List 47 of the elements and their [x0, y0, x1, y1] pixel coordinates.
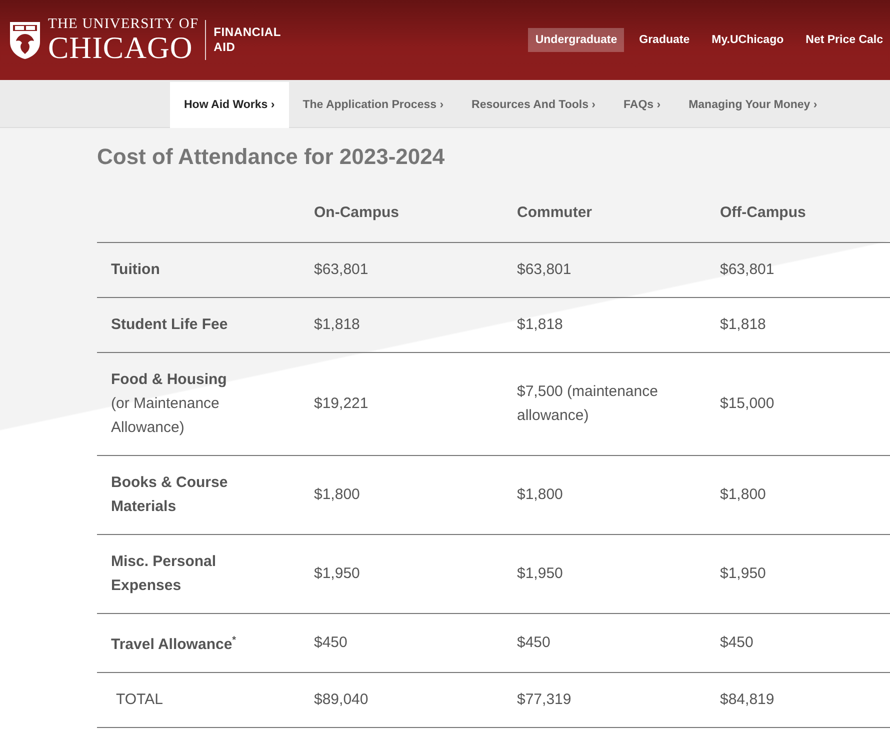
- row-label: Tuition: [111, 260, 161, 280]
- table-cell: $1,818: [314, 316, 360, 333]
- nav-tab[interactable]: FAQs ›: [610, 82, 675, 128]
- table-cell: $77,319: [517, 691, 572, 708]
- row-note: (or Maintenance Allowance): [111, 394, 220, 438]
- row-label: Books & Course Materials: [111, 473, 229, 517]
- table-cell: $1,800: [314, 486, 360, 503]
- logo-text: CHICAGO: [48, 32, 194, 64]
- table-cell: $19,221: [314, 395, 368, 412]
- table-cell: $1,800: [720, 486, 766, 503]
- table-cell: $63,801: [720, 261, 774, 278]
- column-header: On-Campus: [300, 172, 503, 242]
- table-cell: $1,818: [517, 316, 563, 333]
- row-label: Travel Allowance$^{*}$: [111, 634, 238, 655]
- nav-tab[interactable]: Managing Your Money ›: [674, 82, 832, 128]
- table-cell: $1,800: [517, 486, 563, 503]
- table-cell: $450: [720, 634, 754, 651]
- table-cell: $15,000: [720, 395, 774, 412]
- table-cell: $1,950: [314, 565, 360, 582]
- table-cell: $1,950: [517, 565, 563, 582]
- nav-link[interactable]: Graduate: [632, 28, 697, 52]
- row-label: Misc. Personal Expenses: [111, 552, 218, 596]
- table-cell: $1,950: [720, 565, 766, 582]
- nav-tab[interactable]: The Application Process ›: [288, 82, 458, 128]
- row-label: TOTAL: [115, 690, 164, 710]
- column-header: Off-Campus: [706, 172, 890, 242]
- page-title: Cost of Attendance for 2023-2024: [97, 143, 446, 171]
- table-cell: $63,801: [517, 261, 572, 278]
- row-label: Food & Housing: [111, 370, 228, 390]
- nav-link[interactable]: My.UChicago: [704, 28, 791, 52]
- nav-tab[interactable]: How Aid Works ›: [170, 82, 289, 128]
- table-cell: $1,818: [720, 316, 766, 333]
- site-name: FINANCIAL: [214, 25, 281, 40]
- site-name: AID: [214, 40, 236, 55]
- table-cell: $450: [314, 634, 348, 651]
- column-header: Commuter: [503, 172, 706, 242]
- table-cell: $89,040: [314, 691, 368, 708]
- row-label: Student Life Fee: [111, 315, 229, 335]
- nav-link[interactable]: Net Price Calc: [798, 28, 890, 52]
- nav-tab[interactable]: Resources And Tools ›: [458, 82, 610, 128]
- table-cell: $63,801: [314, 261, 368, 278]
- nav-link[interactable]: Undergraduate: [528, 28, 624, 52]
- table-cell: $84,819: [720, 691, 774, 708]
- table-cell: $7,500 (maintenance allowance): [517, 383, 658, 424]
- logo-text: THE UNIVERSITY OF: [48, 16, 199, 32]
- shield-icon: [8, 20, 42, 60]
- table-cell: $450: [517, 634, 550, 651]
